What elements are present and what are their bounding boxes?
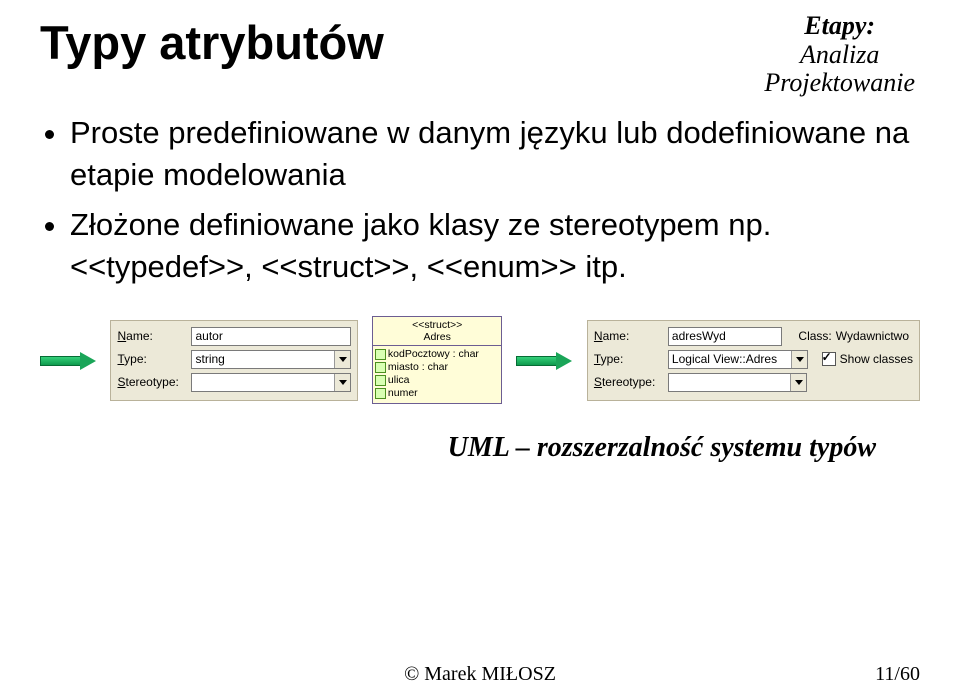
show-classes-label: Show classes <box>840 352 913 366</box>
uml-struct-attr: numer <box>376 387 499 400</box>
type-field[interactable]: string <box>191 350 350 369</box>
name-label: Name: <box>117 329 185 343</box>
name-row: Name: autor <box>111 325 356 348</box>
footer-author: © Marek MIŁOSZ <box>0 663 960 686</box>
uml-struct-head: <<struct>> Adres <box>373 317 502 346</box>
stereotype-label: Stereotype: <box>594 375 662 389</box>
figure-row: Name: autor Type: string Stereotype: <<s… <box>40 316 920 405</box>
uml-struct-body: kodPocztowy : char miasto : char ulica n… <box>373 346 502 404</box>
uml-struct-attr: ulica <box>376 374 499 387</box>
attr-icon <box>376 376 385 385</box>
stage-line-2: Analiza <box>764 41 915 70</box>
attr-icon <box>376 350 385 359</box>
bullet-list: Proste predefiniowane w danym języku lub… <box>40 112 920 287</box>
stereotype-row: Stereotype: <box>588 371 919 394</box>
type-label: Type: <box>117 352 185 366</box>
uml-struct-name: Adres <box>423 331 450 343</box>
page-number: 11/60 <box>875 663 920 686</box>
stereotype-label: Stereotype: <box>117 375 185 389</box>
name-row: Name: adresWyd Class: Wydawnictwo <box>588 325 919 348</box>
name-field[interactable]: adresWyd <box>668 327 783 346</box>
class-label: Class: <box>798 329 831 343</box>
type-row: Type: string <box>111 348 356 371</box>
uml-struct-attr: kodPocztowy : char <box>376 348 499 361</box>
uml-struct-box: <<struct>> Adres kodPocztowy : char mias… <box>372 316 503 405</box>
type-row: Type: Logical View::Adres Show classes <box>588 348 919 371</box>
attr-icon <box>376 363 385 372</box>
slide: Typy atrybutów Etapy: Analiza Projektowa… <box>0 0 960 700</box>
property-panel-left: Name: autor Type: string Stereotype: <box>110 320 357 401</box>
name-label: Name: <box>594 329 662 343</box>
stereotype-row: Stereotype: <box>111 371 356 394</box>
bullet-item: Złożone definiowane jako klasy ze stereo… <box>70 204 920 288</box>
stereotype-field[interactable] <box>191 373 350 392</box>
uml-struct-attr: miasto : char <box>376 361 499 374</box>
stereotype-field[interactable] <box>668 373 807 392</box>
stage-line-1: Etapy: <box>764 12 915 41</box>
footer-slogan: UML – rozszerzalność systemu typów <box>40 432 920 464</box>
name-field[interactable]: autor <box>191 327 350 346</box>
bullet-item: Proste predefiniowane w danym języku lub… <box>70 112 920 196</box>
stage-line-3: Projektowanie <box>764 69 915 98</box>
uml-struct-stereotype: <<struct>> <box>373 319 502 331</box>
type-label: Type: <box>594 352 662 366</box>
attr-icon <box>376 389 385 398</box>
stage-label: Etapy: Analiza Projektowanie <box>764 12 915 98</box>
class-pair: Class: Wydawnictwo <box>798 329 913 343</box>
arrow-icon <box>40 350 96 370</box>
arrow-icon <box>516 350 572 370</box>
show-classes-option[interactable]: Show classes <box>822 352 913 366</box>
property-panel-right: Name: adresWyd Class: Wydawnictwo Type: … <box>587 320 920 401</box>
type-field[interactable]: Logical View::Adres <box>668 350 808 369</box>
class-value: Wydawnictwo <box>836 329 909 343</box>
checkbox-icon[interactable] <box>822 352 836 366</box>
